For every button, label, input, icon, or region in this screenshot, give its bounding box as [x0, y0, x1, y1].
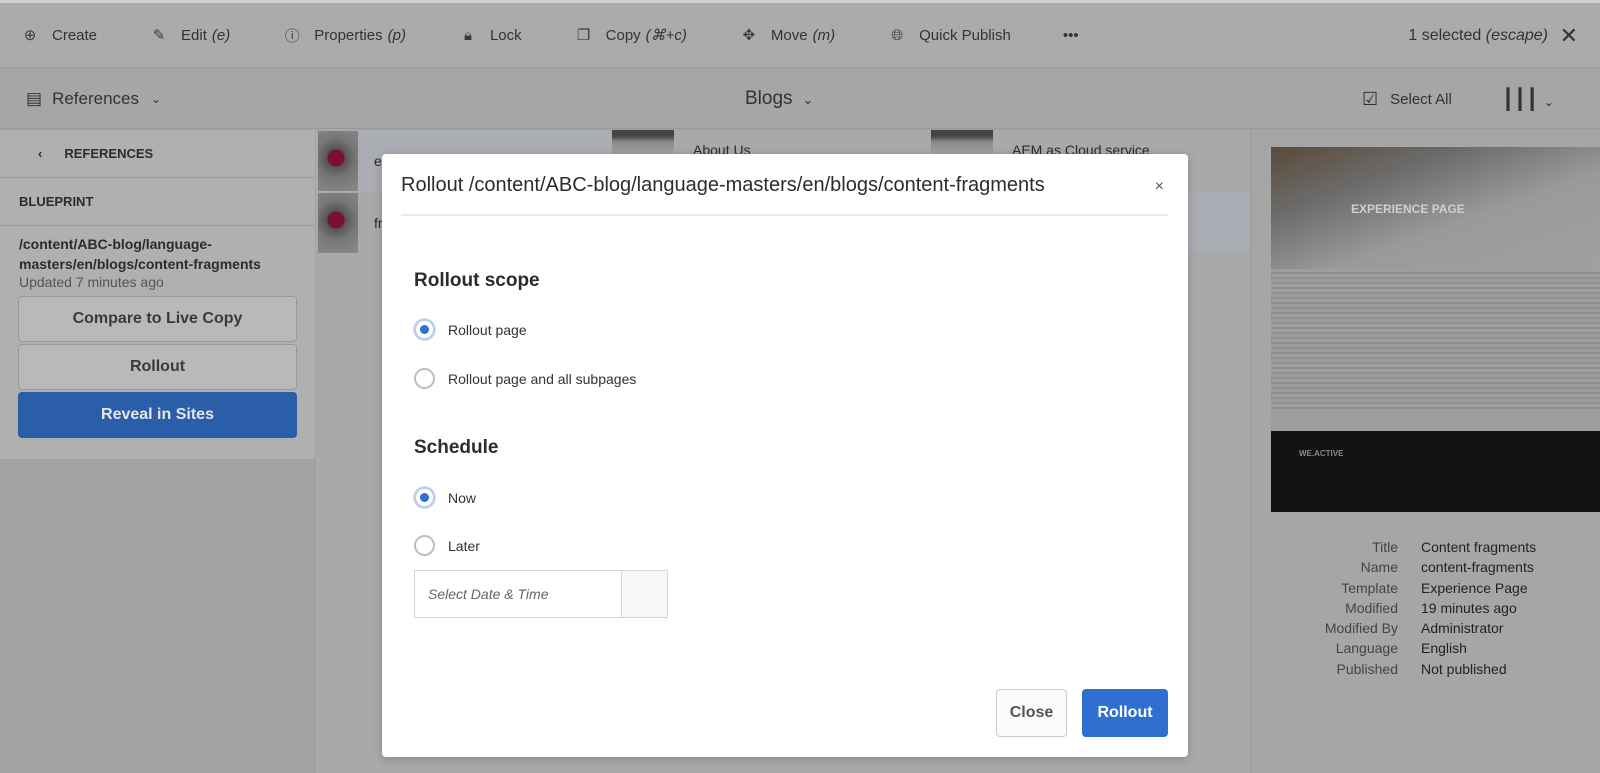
- radio-later[interactable]: Later: [414, 535, 480, 556]
- rail-icon: ▤: [26, 89, 43, 108]
- plus-circle-icon: ⊕: [23, 27, 37, 44]
- lock-icon: 🔒︎: [463, 26, 472, 44]
- globe-icon: 🌐︎: [891, 26, 904, 44]
- column-view-icon: ┃┃┃: [1502, 89, 1539, 111]
- page-metadata: Title Content fragments Name content-fragm…: [1324, 539, 1537, 677]
- list-item[interactable]: fr: [318, 192, 383, 254]
- dialog-title: Rollout /content/ABC-blog/language-maste…: [401, 174, 1045, 196]
- chevron-down-icon: ⌄: [1543, 95, 1554, 109]
- close-button[interactable]: Close: [996, 689, 1067, 737]
- rail-selector[interactable]: ▤ References ⌄: [26, 89, 161, 109]
- create-button[interactable]: ⊕ Create: [20, 25, 97, 45]
- thumbnail: [318, 131, 358, 191]
- info-icon: ⓘ: [284, 27, 300, 45]
- lock-button[interactable]: 🔒︎ Lock: [458, 25, 522, 45]
- compare-live-copy-button[interactable]: Compare to Live Copy: [18, 296, 297, 342]
- radio-rollout-page[interactable]: Rollout page: [414, 319, 527, 340]
- properties-button[interactable]: ⓘ Properties (p): [282, 25, 406, 45]
- close-icon[interactable]: ×: [1155, 178, 1164, 196]
- selection-count: 1 selected (escape): [1408, 27, 1548, 44]
- thumbnail: [318, 193, 358, 253]
- radio-icon: [414, 368, 435, 389]
- date-time-picker[interactable]: Select Date & Time: [414, 570, 668, 618]
- blueprint-heading: BLUEPRINT: [0, 178, 315, 226]
- move-button[interactable]: ✥ Move (m): [739, 25, 835, 45]
- move-icon: ✥: [742, 27, 756, 44]
- close-selection-icon[interactable]: ✕: [1560, 23, 1578, 49]
- updated-text: Updated 7 minutes ago: [19, 274, 164, 290]
- checkbox-icon: ☑: [1362, 89, 1379, 109]
- rollout-scope-heading: Rollout scope: [414, 270, 540, 291]
- rollout-side-button[interactable]: Rollout: [18, 344, 297, 390]
- references-back[interactable]: ‹ REFERENCES: [0, 130, 315, 178]
- page-title[interactable]: Blogs ⌄: [745, 88, 813, 110]
- references-rail: ‹ REFERENCES BLUEPRINT /content/ABC-blog/…: [0, 130, 315, 459]
- select-all-button[interactable]: ☑ Select All: [1362, 89, 1452, 110]
- radio-icon: [414, 535, 435, 556]
- radio-now[interactable]: Now: [414, 487, 476, 508]
- date-time-input[interactable]: Select Date & Time: [415, 571, 621, 617]
- action-toolbar: ⊕ Create ✎ Edit (e) ⓘ Properties (p) 🔒︎ Lock ❐…: [0, 0, 1600, 68]
- rollout-button[interactable]: Rollout: [1082, 689, 1168, 737]
- header-bar: ▤ References ⌄ Blogs ⌄ ☑ Select All ┃┃┃ ⌄: [0, 69, 1600, 129]
- chevron-left-icon: ‹: [38, 146, 43, 161]
- chevron-down-icon: ⌄: [151, 92, 162, 106]
- list-item[interactable]: e: [318, 130, 382, 192]
- radio-icon: [414, 487, 435, 508]
- rollout-dialog: Rollout /content/ABC-blog/language-maste…: [382, 154, 1188, 757]
- reveal-in-sites-button[interactable]: Reveal in Sites: [18, 392, 297, 438]
- schedule-heading: Schedule: [414, 437, 499, 458]
- quick-publish-button[interactable]: 🌐︎ Quick Publish: [887, 25, 1011, 45]
- view-switcher[interactable]: ┃┃┃ ⌄: [1502, 87, 1554, 112]
- edit-button[interactable]: ✎ Edit (e): [149, 25, 231, 45]
- radio-rollout-subpages[interactable]: Rollout page and all subpages: [414, 368, 636, 389]
- more-icon: •••: [1062, 26, 1079, 44]
- calendar-button[interactable]: [621, 571, 667, 617]
- radio-icon: [414, 319, 435, 340]
- pencil-icon: ✎: [152, 27, 166, 44]
- divider: [401, 214, 1168, 216]
- blueprint-path: /content/ABC-blog/language-masters/en/bl…: [19, 236, 261, 272]
- copy-button[interactable]: ❐ Copy (⌘+c): [574, 25, 687, 45]
- chevron-down-icon: ⌄: [802, 92, 814, 107]
- rail-empty: [0, 459, 315, 773]
- more-button[interactable]: •••: [1063, 27, 1079, 44]
- copy-icon: ❐: [576, 27, 591, 44]
- page-thumbnail: EXPERIENCE PAGE WE.ACTIVE: [1271, 147, 1600, 512]
